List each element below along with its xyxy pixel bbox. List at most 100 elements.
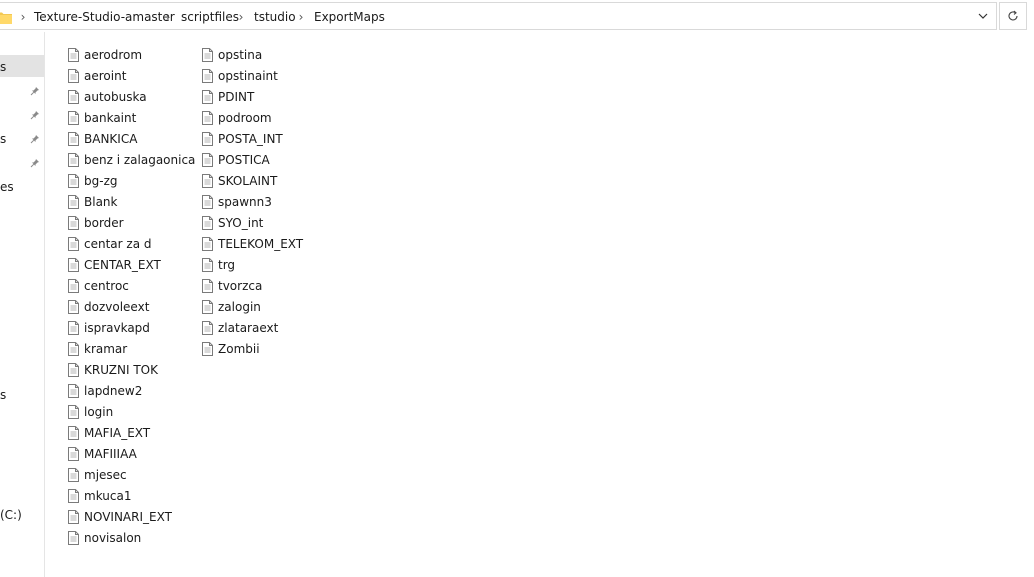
file-item[interactable]: border <box>46 212 201 233</box>
file-name: zlataraext <box>218 320 279 335</box>
document-icon <box>68 362 79 377</box>
document-icon <box>202 257 213 272</box>
file-item[interactable]: login <box>46 401 201 422</box>
breadcrumb-item-exportmaps[interactable]: ExportMaps <box>314 3 385 31</box>
file-item[interactable]: opstinaint <box>180 65 309 86</box>
file-name: centar za d <box>84 236 152 251</box>
document-icon <box>68 152 79 167</box>
file-name: CENTAR_EXT <box>84 257 161 272</box>
address-dropdown-button[interactable] <box>970 3 996 29</box>
breadcrumb-item-texture-studio[interactable]: Texture-Studio-amaster <box>34 3 175 31</box>
file-item[interactable]: MAFIIIAA <box>46 443 201 464</box>
breadcrumb-separator: › <box>298 10 304 24</box>
file-item[interactable]: lapdnew2 <box>46 380 201 401</box>
document-icon <box>68 215 79 230</box>
document-icon <box>202 215 213 230</box>
nav-item-selected-highlight[interactable] <box>0 55 44 77</box>
file-name: Zombii <box>218 341 260 356</box>
folder-icon <box>0 12 12 24</box>
file-name: POSTICA <box>218 152 270 167</box>
file-name: novisalon <box>84 530 142 545</box>
file-column-1: aerodrom aeroint autobuska bankaint BANKICA b… <box>46 44 201 548</box>
file-item[interactable]: centar za d <box>46 233 201 254</box>
file-name: dozvoleext <box>84 299 150 314</box>
document-icon <box>68 530 79 545</box>
file-item[interactable]: bg-zg <box>46 170 201 191</box>
address-bar[interactable]: › Texture-Studio-amaster › scriptfiles ›… <box>0 2 997 30</box>
document-icon <box>68 509 79 524</box>
file-item[interactable]: trg <box>180 254 309 275</box>
file-item[interactable]: CENTAR_EXT <box>46 254 201 275</box>
pin-icon[interactable] <box>30 86 40 96</box>
file-item[interactable]: NOVINARI_EXT <box>46 506 201 527</box>
document-icon <box>68 299 79 314</box>
document-icon <box>68 320 79 335</box>
nav-item-drive-c[interactable]: (C:) <box>0 508 22 522</box>
file-name: mkuca1 <box>84 488 132 503</box>
nav-item-label[interactable]: es <box>0 180 14 194</box>
file-item[interactable]: tvorzca <box>180 275 309 296</box>
document-icon <box>202 131 213 146</box>
file-item[interactable]: aeroint <box>46 65 201 86</box>
file-item[interactable]: SYO_int <box>180 212 309 233</box>
file-item[interactable]: autobuska <box>46 86 201 107</box>
document-icon <box>68 173 79 188</box>
file-name: SYO_int <box>218 215 264 230</box>
document-icon <box>202 341 213 356</box>
file-item[interactable]: BANKICA <box>46 128 201 149</box>
refresh-button[interactable] <box>999 2 1027 30</box>
file-item[interactable]: centroc <box>46 275 201 296</box>
pin-icon[interactable] <box>30 110 40 120</box>
document-icon <box>68 404 79 419</box>
document-icon <box>68 341 79 356</box>
document-icon <box>68 425 79 440</box>
file-item[interactable]: dozvoleext <box>46 296 201 317</box>
file-name: BANKICA <box>84 131 138 146</box>
file-item[interactable]: SKOLAINT <box>180 170 309 191</box>
file-item[interactable]: novisalon <box>46 527 201 548</box>
file-item[interactable]: MAFIA_EXT <box>46 422 201 443</box>
file-name: MAFIIIAA <box>84 446 137 461</box>
file-item[interactable]: Blank <box>46 191 201 212</box>
file-name: MAFIA_EXT <box>84 425 151 440</box>
file-item[interactable]: PDINT <box>180 86 309 107</box>
nav-item-label[interactable]: s <box>0 388 6 402</box>
file-item[interactable]: spawnn3 <box>180 191 309 212</box>
file-name: podroom <box>218 110 272 125</box>
file-item[interactable]: ispravkapd <box>46 317 201 338</box>
document-icon <box>202 152 213 167</box>
file-item[interactable]: TELEKOM_EXT <box>180 233 309 254</box>
file-item[interactable]: benz i zalagaonica <box>46 149 201 170</box>
file-item[interactable]: bankaint <box>46 107 201 128</box>
document-icon <box>68 236 79 251</box>
file-item[interactable]: kramar <box>46 338 201 359</box>
file-item[interactable]: KRUZNI TOK <box>46 359 201 380</box>
breadcrumb-separator: › <box>20 10 26 24</box>
nav-item-label[interactable]: s <box>0 132 6 146</box>
breadcrumb-item-tstudio[interactable]: tstudio <box>254 3 296 31</box>
file-explorer-window: › Texture-Studio-amaster › scriptfiles ›… <box>0 0 1034 577</box>
file-item[interactable]: opstina <box>180 44 309 65</box>
document-icon <box>202 110 213 125</box>
file-name: aeroint <box>84 68 127 83</box>
file-item[interactable]: zlataraext <box>180 317 309 338</box>
breadcrumb-separator: › <box>165 10 171 24</box>
document-icon <box>68 467 79 482</box>
nav-item-label[interactable]: s <box>0 60 6 74</box>
file-name: PDINT <box>218 89 255 104</box>
file-item[interactable]: mkuca1 <box>46 485 201 506</box>
breadcrumb-item-scriptfiles[interactable]: scriptfiles <box>181 3 239 31</box>
pin-icon[interactable] <box>30 158 40 168</box>
file-item[interactable]: aerodrom <box>46 44 201 65</box>
file-item[interactable]: POSTA_INT <box>180 128 309 149</box>
file-name: trg <box>218 257 236 272</box>
file-name: opstina <box>218 47 263 62</box>
pin-icon[interactable] <box>30 134 40 144</box>
file-item[interactable]: podroom <box>180 107 309 128</box>
file-name: login <box>84 404 114 419</box>
file-item[interactable]: mjesec <box>46 464 201 485</box>
file-item[interactable]: zalogin <box>180 296 309 317</box>
file-item[interactable]: Zombii <box>180 338 309 359</box>
file-item[interactable]: POSTICA <box>180 149 309 170</box>
navigation-pane: s s es s (C:) <box>0 32 45 577</box>
